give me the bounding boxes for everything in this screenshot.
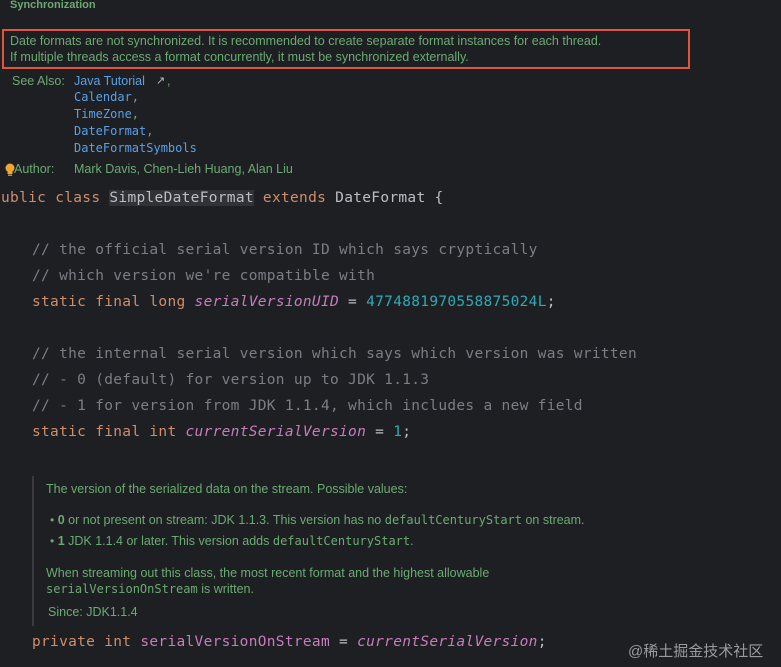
author-label: Author: (14, 162, 55, 176)
bullet-text: JDK 1.1.4 or later. This version adds (64, 534, 273, 548)
link-timezone-label[interactable]: TimeZone (74, 107, 132, 121)
field-currentSerialVersion: static final int currentSerialVersion = … (32, 424, 411, 440)
bullet-dot: • (50, 534, 55, 548)
link-separator: , (167, 74, 171, 88)
keyword-public: public (0, 190, 47, 206)
comment-line: // the official serial version ID which … (32, 242, 538, 258)
link-timezone[interactable]: TimeZone, (74, 107, 139, 121)
semicolon: ; (402, 424, 412, 440)
doc-code: serialVersionOnStream (46, 582, 198, 596)
doc-bullet-2: • 1 JDK 1.1.4 or later. This version add… (50, 534, 414, 548)
field-value: 1 (393, 424, 403, 440)
watermark: @稀土掘金技术社区 (628, 643, 764, 660)
highlight-text-line-2: If multiple threads access a format conc… (10, 50, 469, 64)
keyword-extends: extends (262, 190, 327, 206)
field-modifiers: static final int (32, 424, 177, 440)
link-separator: , (131, 107, 140, 121)
bullet-code: defaultCenturyStart (272, 534, 411, 548)
open-brace: { (434, 190, 444, 206)
link-dateformat[interactable]: DateFormat, (74, 124, 153, 138)
external-link-icon: ↗ (156, 75, 166, 87)
bullet-value: 0 (57, 513, 65, 527)
section-title: Synchronization (10, 0, 96, 11)
doc-paragraph-line-1: When streaming out this class, the most … (46, 566, 490, 580)
highlight-text-line-1: Date formats are not synchronized. It is… (10, 34, 602, 48)
field-serialVersionUID: static final long serialVersionUID = 477… (32, 294, 556, 310)
doc-paragraph-line-2: serialVersionOnStream is written. (46, 582, 254, 596)
superclass-name[interactable]: DateFormat (335, 190, 425, 206)
class-declaration: public class SimpleDateFormat extends Da… (0, 190, 444, 206)
bullet-dot: • (50, 513, 55, 527)
link-separator: , (131, 90, 140, 104)
doc-tail: is written. (197, 582, 254, 596)
field-value[interactable]: currentSerialVersion (357, 634, 538, 650)
comment-line: // - 0 (default) for version up to JDK 1… (32, 372, 430, 388)
class-name[interactable]: SimpleDateFormat (109, 190, 254, 206)
link-java-tutorial[interactable]: Java Tutorial (74, 74, 145, 88)
doc-bullet-1: • 0 or not present on stream: JDK 1.1.3.… (50, 513, 585, 527)
bullet-code: defaultCenturyStart (384, 513, 522, 527)
field-name[interactable]: currentSerialVersion (186, 424, 367, 440)
link-separator: , (146, 124, 154, 138)
assign-op: = (339, 294, 367, 310)
link-dateformatsymbols[interactable]: DateFormatSymbols (74, 141, 197, 155)
bullet-value: 1 (57, 534, 65, 548)
author-value: Mark Davis, Chen-Lieh Huang, Alan Liu (74, 162, 293, 176)
field-modifiers: private int (32, 634, 132, 650)
keyword-class: class (55, 190, 101, 206)
doc-since: Since: JDK1.1.4 (48, 605, 138, 619)
bullet-tail: on stream. (522, 513, 585, 527)
bullet-text: or not present on stream: JDK 1.1.3. Thi… (64, 513, 385, 527)
field-name[interactable]: serialVersionOnStream (140, 634, 330, 650)
comment-line: // the internal serial version which say… (32, 346, 637, 362)
link-calendar-label[interactable]: Calendar (74, 90, 132, 104)
assign-op: = (329, 634, 358, 650)
link-dateformat-label[interactable]: DateFormat (74, 124, 146, 138)
semicolon: ; (546, 294, 556, 310)
comment-line: // - 1 for version from JDK 1.1.4, which… (32, 398, 583, 414)
field-value: 4774881970558875024L (366, 294, 547, 310)
bullet-tail: . (410, 534, 414, 548)
comment-line: // which version we're compatible with (32, 268, 376, 284)
field-modifiers: static final long (32, 294, 186, 310)
doc-intro: The version of the serialized data on th… (46, 482, 408, 496)
see-also-label: See Also: (12, 74, 65, 88)
field-serialVersionOnStream: private int serialVersionOnStream = curr… (32, 634, 547, 650)
link-calendar[interactable]: Calendar, (74, 90, 139, 104)
assign-op: = (366, 424, 394, 440)
rendered-doc-block (32, 476, 781, 626)
field-name[interactable]: serialVersionUID (195, 294, 339, 310)
semicolon: ; (537, 634, 547, 650)
